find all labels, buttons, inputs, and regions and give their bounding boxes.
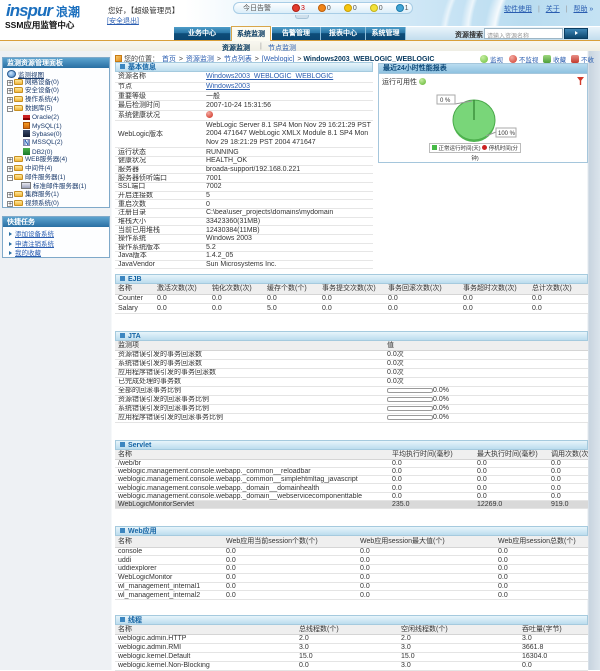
svg-text:0 %: 0 % xyxy=(440,98,451,104)
svg-text:100 %: 100 % xyxy=(498,131,516,137)
